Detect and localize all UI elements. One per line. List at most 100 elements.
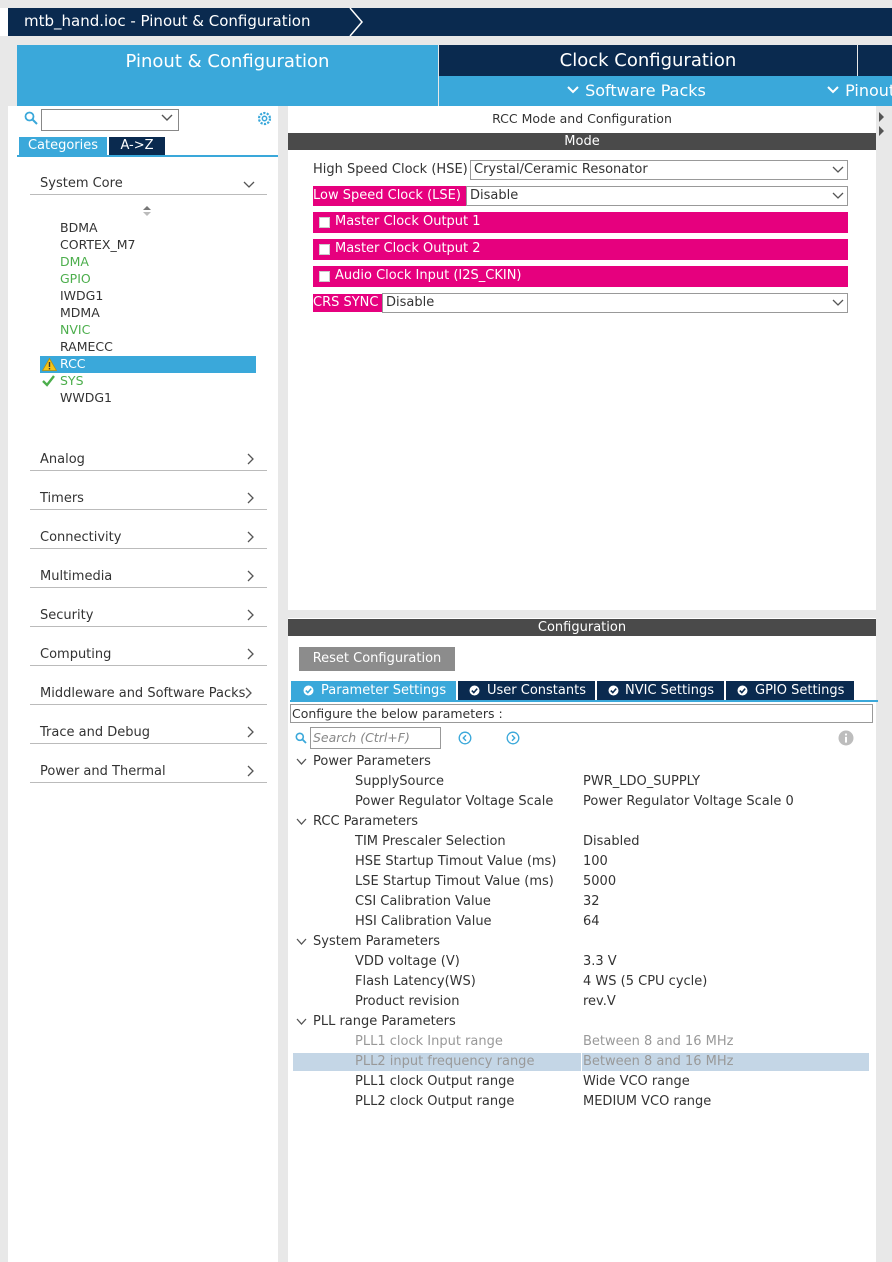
param-name: VDD voltage (V) (355, 954, 460, 969)
peripheral-dma[interactable]: DMA (60, 254, 89, 269)
tab-parameter-settings[interactable]: Parameter Settings (291, 681, 456, 700)
tab-label: User Constants (487, 683, 586, 698)
tab-categories[interactable]: Categories (19, 137, 107, 155)
collapse-arrow-icon[interactable] (878, 110, 886, 138)
param-value[interactable]: Wide VCO range (583, 1074, 690, 1089)
chevron-right-icon (247, 570, 254, 582)
chevron-down-icon[interactable] (161, 113, 173, 123)
chevron-down-icon[interactable] (296, 1018, 307, 1026)
breadcrumb-file[interactable]: mtb_hand.ioc - Pinout & Configuration (24, 12, 310, 30)
mco2-checkbox[interactable] (319, 244, 330, 255)
pinout-view-menu[interactable]: Pinout (826, 81, 892, 100)
mco2-label: Master Clock Output 2 (335, 241, 481, 256)
tab-a-z[interactable]: A->Z (109, 137, 165, 155)
group-pll-range-parameters[interactable]: PLL range Parameters (313, 1014, 456, 1029)
panel-splitter[interactable] (288, 610, 876, 618)
i2s-checkbox-row[interactable]: Audio Clock Input (I2S_CKIN) (313, 266, 848, 287)
check-circle-icon (469, 685, 480, 696)
chevron-down-icon[interactable] (296, 758, 307, 766)
param-name: TIM Prescaler Selection (355, 834, 506, 849)
splitter[interactable] (278, 106, 288, 1262)
param-value[interactable]: 3.3 V (583, 954, 617, 969)
tab-clock-configuration[interactable]: Clock Configuration (439, 45, 857, 76)
peripheral-ramecc[interactable]: RAMECC (60, 339, 113, 354)
hse-select[interactable]: Crystal/Ceramic Resonator (470, 160, 848, 180)
category-label: Computing (40, 647, 112, 662)
chevron-right-icon (247, 726, 254, 738)
category-multimedia[interactable]: Multimedia (30, 549, 267, 588)
param-value: Between 8 and 16 MHz (583, 1034, 734, 1049)
i2s-checkbox[interactable] (319, 271, 330, 282)
category-timers[interactable]: Timers (30, 471, 267, 510)
lse-value: Disable (470, 188, 519, 203)
param-value[interactable]: 64 (583, 914, 600, 929)
param-value[interactable]: rev.V (583, 994, 616, 1009)
lse-select[interactable]: Disable (466, 186, 848, 206)
chevron-right-icon (247, 453, 254, 465)
crs-label: CRS SYNC (313, 294, 382, 312)
tab-overflow[interactable] (858, 45, 892, 76)
chevron-right-icon (245, 687, 252, 699)
pinout-view-label: Pinout (845, 81, 892, 100)
mco2-checkbox-row[interactable]: Master Clock Output 2 (313, 239, 848, 260)
peripheral-mdma[interactable]: MDMA (60, 305, 100, 320)
param-name: Flash Latency(WS) (355, 974, 476, 989)
category-system-core[interactable]: System Core (30, 156, 267, 195)
param-name: HSE Startup Timout Value (ms) (355, 854, 557, 869)
chevron-down-icon (832, 299, 844, 306)
right-edge-panel (876, 106, 892, 1262)
param-name: LSE Startup Timout Value (ms) (355, 874, 554, 889)
sort-icon[interactable] (142, 205, 152, 217)
category-power-thermal[interactable]: Power and Thermal (30, 744, 267, 783)
tab-nvic-settings[interactable]: NVIC Settings (597, 681, 724, 700)
previous-result-icon[interactable] (458, 731, 472, 745)
mode-header: Mode (288, 133, 876, 150)
group-rcc-parameters[interactable]: RCC Parameters (313, 814, 418, 829)
peripheral-nvic[interactable]: NVIC (60, 322, 90, 337)
param-value[interactable]: 32 (583, 894, 600, 909)
peripheral-cortex-m7[interactable]: CORTEX_M7 (60, 237, 135, 252)
next-result-icon[interactable] (506, 731, 520, 745)
peripheral-gpio[interactable]: GPIO (60, 271, 91, 286)
category-analog[interactable]: Analog (30, 432, 267, 471)
peripheral-sys[interactable]: SYS (60, 373, 84, 388)
peripheral-wwdg1[interactable]: WWDG1 (60, 390, 112, 405)
i2s-label: Audio Clock Input (I2S_CKIN) (335, 268, 522, 283)
mco1-checkbox[interactable] (319, 217, 330, 228)
parameter-search-input[interactable]: Search (Ctrl+F) (310, 727, 441, 749)
search-icon (24, 111, 38, 125)
info-icon[interactable] (838, 730, 854, 746)
chevron-down-icon[interactable] (296, 938, 307, 946)
check-circle-icon (608, 685, 619, 696)
software-packs-menu[interactable]: Software Packs (566, 81, 706, 100)
reset-configuration-button[interactable]: Reset Configuration (299, 647, 455, 671)
category-middleware[interactable]: Middleware and Software Packs (30, 666, 267, 705)
tab-gpio-settings[interactable]: GPIO Settings (726, 681, 854, 700)
category-connectivity[interactable]: Connectivity (30, 510, 267, 549)
param-value[interactable]: 4 WS (5 CPU cycle) (583, 974, 707, 989)
category-security[interactable]: Security (30, 588, 267, 627)
peripheral-iwdg1[interactable]: IWDG1 (60, 288, 103, 303)
crs-select[interactable]: Disable (382, 293, 848, 313)
peripheral-rcc[interactable]: RCC (60, 356, 86, 371)
param-value[interactable]: PWR_LDO_SUPPLY (583, 774, 700, 789)
tab-user-constants[interactable]: User Constants (458, 681, 595, 700)
param-value[interactable]: MEDIUM VCO range (583, 1094, 711, 1109)
config-hint-text: Configure the below parameters : (292, 706, 503, 721)
param-value[interactable]: 5000 (583, 874, 616, 889)
crs-value: Disable (386, 295, 435, 310)
param-value[interactable]: Power Regulator Voltage Scale 0 (583, 794, 794, 809)
peripheral-bdma[interactable]: BDMA (60, 220, 98, 235)
category-computing[interactable]: Computing (30, 627, 267, 666)
category-trace-debug[interactable]: Trace and Debug (30, 705, 267, 744)
chevron-down-icon[interactable] (296, 818, 307, 826)
group-power-parameters[interactable]: Power Parameters (313, 754, 431, 769)
peripheral-search-combo[interactable] (41, 109, 179, 131)
mco1-checkbox-row[interactable]: Master Clock Output 1 (313, 212, 848, 233)
param-name: Product revision (355, 994, 460, 1009)
param-value[interactable]: 100 (583, 854, 608, 869)
group-system-parameters[interactable]: System Parameters (313, 934, 440, 949)
param-value[interactable]: Disabled (583, 834, 639, 849)
gear-icon[interactable] (256, 110, 273, 127)
tab-pinout-configuration[interactable]: Pinout & Configuration (17, 45, 438, 106)
